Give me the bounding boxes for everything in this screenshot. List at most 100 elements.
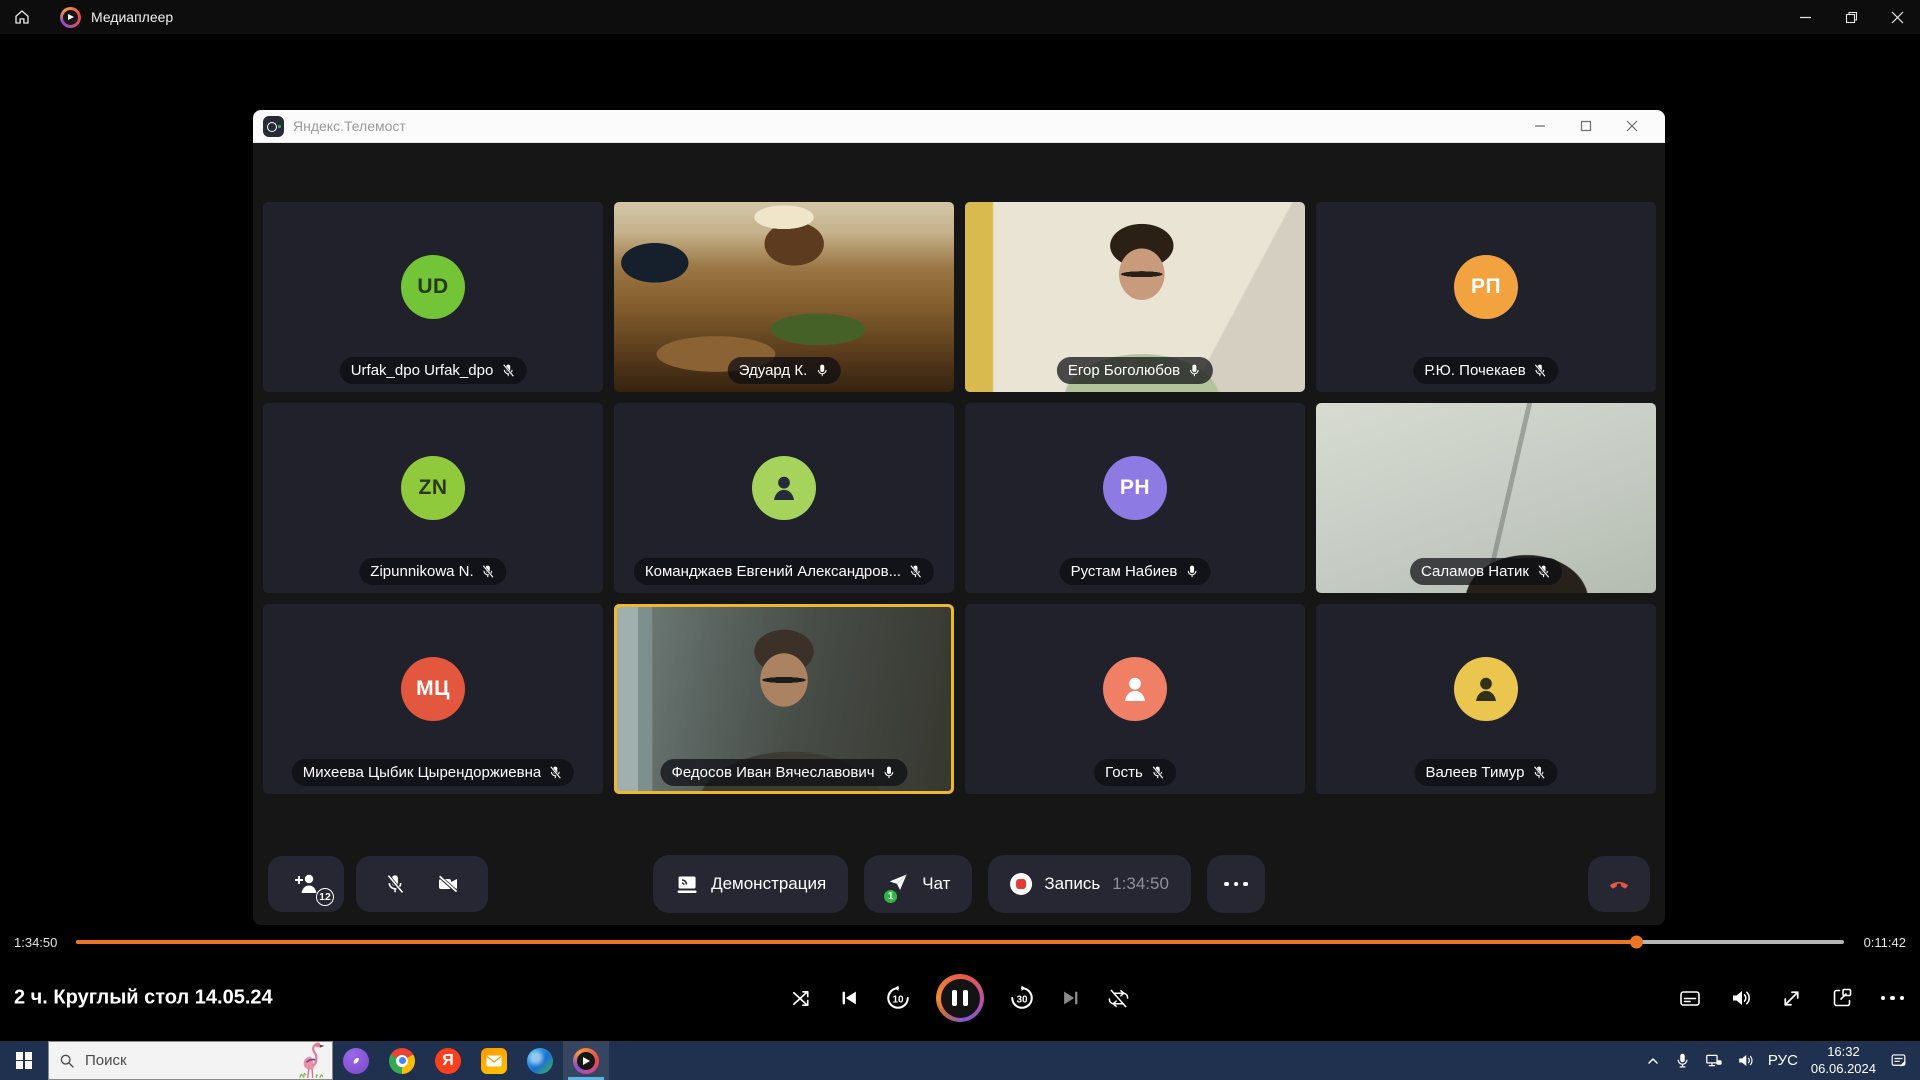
telemost-window: Яндекс.Телемост UD Urfak_dpo Urfak_dpo Э…	[253, 110, 1665, 925]
clock[interactable]: 16:32 06.06.2024	[1811, 1044, 1876, 1078]
demo-button[interactable]: Демонстрация	[653, 855, 848, 913]
person-icon	[768, 472, 800, 504]
participant-tile[interactable]: Федосов Иван Вячеславович	[614, 604, 954, 794]
participant-tile[interactable]: Валеев Тимур	[1316, 604, 1656, 794]
close-button[interactable]	[1874, 0, 1920, 34]
chat-label: Чат	[922, 874, 950, 894]
participant-name: Р.Ю. Почекаев	[1424, 362, 1525, 379]
participant-name-pill: Егор Боголюбов	[1057, 357, 1213, 384]
mic-muted-icon	[1150, 765, 1165, 780]
forward-30-button[interactable]: 30	[1009, 985, 1035, 1011]
participant-avatar: ZN	[401, 456, 465, 520]
tray-mic-button[interactable]	[1674, 1052, 1691, 1069]
progress-bar[interactable]	[76, 940, 1844, 944]
hangup-icon	[1606, 871, 1632, 897]
window-controls	[1782, 0, 1920, 34]
participant-avatar: РП	[1454, 255, 1518, 319]
participant-tile[interactable]: Саламов Натик	[1316, 403, 1656, 593]
record-button[interactable]: Запись 1:34:50	[988, 855, 1191, 913]
language-indicator[interactable]: РУС	[1768, 1052, 1798, 1069]
player-more-button[interactable]	[1881, 996, 1905, 1001]
remaining-time: 0:11:42	[1858, 935, 1906, 950]
mute-button[interactable]	[384, 873, 406, 895]
more-button[interactable]	[1207, 855, 1265, 913]
forward-seconds: 30	[1016, 994, 1027, 1005]
participant-name: Рустам Набиев	[1071, 563, 1178, 580]
hangup-button[interactable]	[1588, 856, 1650, 912]
participant-name: Егор Боголюбов	[1068, 362, 1180, 379]
next-button[interactable]	[1060, 987, 1082, 1009]
minimize-icon	[1799, 11, 1812, 24]
participant-tile[interactable]: РП Р.Ю. Почекаев	[1316, 202, 1656, 392]
pause-icon	[941, 979, 980, 1018]
tray-network-button[interactable]	[1704, 1051, 1723, 1070]
participant-avatar	[1103, 657, 1167, 721]
progress-thumb[interactable]	[1630, 936, 1643, 949]
previous-button[interactable]	[838, 987, 860, 1009]
search-box[interactable]: Поиск	[48, 1041, 333, 1080]
close-icon	[1626, 120, 1638, 132]
shuffle-button[interactable]	[790, 987, 813, 1010]
rewind-10-button[interactable]: 10	[885, 985, 911, 1011]
participant-avatar	[1454, 657, 1518, 721]
minimize-button[interactable]	[1782, 0, 1828, 34]
participant-tile[interactable]: Команджаев Евгений Александров...	[614, 403, 954, 593]
participant-tile[interactable]: Эдуард К.	[614, 202, 954, 392]
camera-button[interactable]	[436, 872, 460, 896]
telemost-close-button[interactable]	[1609, 110, 1655, 143]
participant-tile[interactable]: Егор Боголюбов	[965, 202, 1305, 392]
add-participants-button[interactable]: 12	[268, 856, 344, 912]
chat-badge: 1	[883, 889, 898, 904]
taskbar-icon-edge[interactable]	[517, 1041, 563, 1080]
telemost-maximize-button[interactable]	[1563, 110, 1609, 143]
participant-tile[interactable]: ZN Zipunnikowa N.	[263, 403, 603, 593]
participant-avatar: UD	[401, 255, 465, 319]
participant-tile[interactable]: МЦ Михеева Цыбик Цырендоржиевна	[263, 604, 603, 794]
taskbar-icon-alice[interactable]	[333, 1041, 379, 1080]
mic-muted-icon	[1531, 765, 1546, 780]
mic-muted-icon	[1533, 363, 1548, 378]
tray-chevron-button[interactable]	[1645, 1053, 1661, 1069]
start-button[interactable]	[0, 1041, 48, 1080]
participant-tile[interactable]: РН Рустам Набиев	[965, 403, 1305, 593]
telemost-toolbar: 12 Демонстрация 1 Чат	[253, 855, 1665, 913]
telemost-minimize-button[interactable]	[1517, 110, 1563, 143]
demo-label: Демонстрация	[711, 874, 826, 894]
search-input[interactable]: Поиск	[85, 1052, 127, 1069]
captions-icon	[1678, 986, 1702, 1010]
participant-tile[interactable]: Гость	[965, 604, 1305, 794]
avatar-initials: РП	[1471, 275, 1501, 299]
pause-button[interactable]	[936, 974, 984, 1022]
restore-button[interactable]	[1828, 0, 1874, 34]
more-icon	[1881, 996, 1905, 1001]
speaker-icon	[1736, 1051, 1755, 1070]
mic-on-icon	[814, 363, 829, 378]
fullscreen-button[interactable]	[1780, 987, 1803, 1010]
telemost-app-icon	[263, 116, 284, 137]
participant-name-pill: Гость	[1094, 759, 1176, 786]
chat-button[interactable]: 1 Чат	[864, 855, 972, 913]
taskbar-icon-yandex[interactable]: Я	[425, 1041, 471, 1080]
notification-button[interactable]	[1889, 1051, 1908, 1070]
volume-button[interactable]	[1729, 986, 1753, 1010]
participant-name-pill: Валеев Тимур	[1415, 759, 1558, 786]
participant-tile[interactable]: UD Urfak_dpo Urfak_dpo	[263, 202, 603, 392]
taskbar-icon-mail[interactable]	[471, 1041, 517, 1080]
participant-name: Федосов Иван Вячеславович	[671, 764, 874, 781]
home-button[interactable]	[0, 0, 44, 34]
mic-muted-icon	[1536, 564, 1551, 579]
fullscreen-icon	[1780, 987, 1803, 1010]
taskbar-icon-chrome[interactable]	[379, 1041, 425, 1080]
participant-name: Гость	[1105, 764, 1143, 781]
pip-button[interactable]	[1830, 986, 1854, 1010]
avatar-initials: РН	[1120, 476, 1150, 500]
taskbar-icon-media-player[interactable]	[563, 1041, 609, 1080]
close-icon	[1891, 11, 1904, 24]
record-label: Запись	[1044, 874, 1100, 894]
captions-button[interactable]	[1678, 986, 1702, 1010]
transport-controls: 10 30	[790, 974, 1130, 1022]
participant-avatar	[752, 456, 816, 520]
tray-volume-button[interactable]	[1736, 1051, 1755, 1070]
participant-name: Валеев Тимур	[1426, 764, 1525, 781]
repeat-button[interactable]	[1107, 987, 1130, 1010]
